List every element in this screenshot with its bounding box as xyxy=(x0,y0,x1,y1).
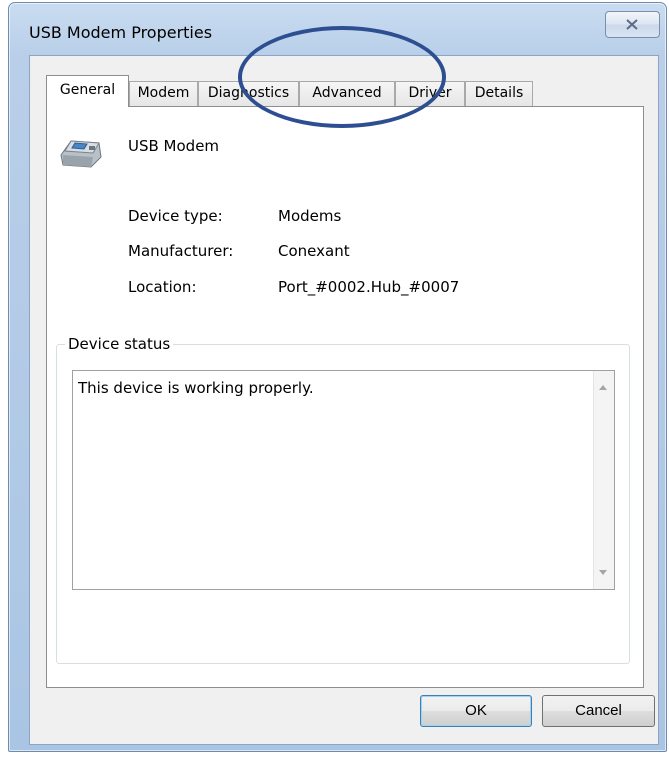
window-title: USB Modem Properties xyxy=(29,23,213,42)
manufacturer-value: Conexant xyxy=(278,242,350,260)
device-status-text: This device is working properly. xyxy=(78,379,314,397)
scroll-down-arrow-icon[interactable] xyxy=(599,570,607,575)
tab-general[interactable]: General xyxy=(46,75,129,107)
ok-button[interactable]: OK xyxy=(420,695,532,727)
close-icon xyxy=(626,19,638,30)
cancel-button[interactable]: Cancel xyxy=(542,695,655,727)
status-scrollbar[interactable] xyxy=(593,371,614,589)
dialog-body: General Modem Diagnostics Advanced Drive… xyxy=(29,55,659,745)
manufacturer-label: Manufacturer: xyxy=(128,242,234,260)
tab-details[interactable]: Details xyxy=(465,81,533,106)
device-status-label: Device status xyxy=(65,335,174,353)
device-type-value: Modems xyxy=(278,207,342,225)
title-bar[interactable]: USB Modem Properties xyxy=(9,3,666,42)
close-button[interactable] xyxy=(605,11,660,38)
tab-modem[interactable]: Modem xyxy=(129,81,198,106)
device-name: USB Modem xyxy=(128,137,220,155)
general-tab-panel: USB Modem Device type: Modems Manufactur… xyxy=(46,106,644,688)
tab-diagnostics[interactable]: Diagnostics xyxy=(198,81,299,106)
modem-icon xyxy=(57,129,103,173)
tab-advanced[interactable]: Advanced xyxy=(299,81,395,106)
properties-window: USB Modem Properties General Modem Diagn… xyxy=(8,2,667,752)
scroll-up-arrow-icon[interactable] xyxy=(599,385,607,390)
tab-driver[interactable]: Driver xyxy=(395,81,465,106)
location-value: Port_#0002.Hub_#0007 xyxy=(278,278,460,296)
location-label: Location: xyxy=(128,278,197,296)
device-status-textbox[interactable]: This device is working properly. xyxy=(72,370,615,590)
device-type-label: Device type: xyxy=(128,207,223,225)
